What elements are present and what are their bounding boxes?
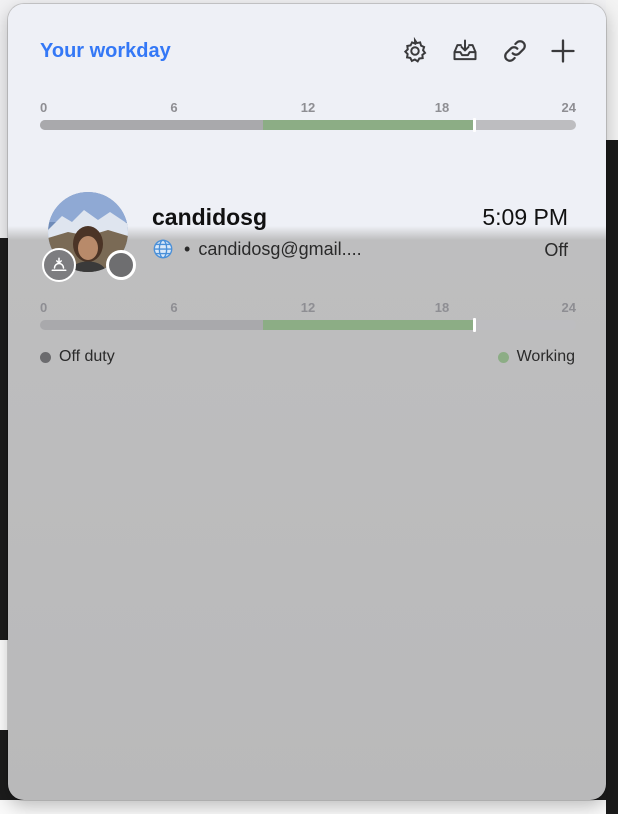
workday-timeline: 0 6 12 18 24	[40, 100, 576, 140]
tick-label: 6	[170, 300, 178, 315]
link-icon	[504, 40, 526, 62]
link-button[interactable]	[498, 34, 532, 68]
person-local-time: 5:09 PM	[482, 204, 568, 230]
presence-status-icon	[106, 250, 136, 280]
timeline-off-segment	[40, 320, 264, 330]
person-timeline: 0 6 12 18 24	[40, 300, 576, 340]
current-time-marker	[473, 118, 477, 132]
tick-label: 24	[561, 300, 576, 315]
globe-icon	[153, 239, 173, 259]
download-tray-icon	[453, 39, 477, 61]
off-duty-dot-icon	[40, 351, 51, 363]
sunset-icon	[42, 248, 76, 282]
person-status: Off	[544, 240, 568, 260]
timeline-bar	[40, 120, 576, 130]
tick-label: 24	[561, 100, 576, 115]
current-time-marker	[473, 318, 477, 332]
tick-label: 0	[40, 100, 48, 115]
tick-label: 6	[170, 100, 178, 115]
timeline-working-segment	[263, 320, 476, 330]
page-title: Your workday	[40, 40, 171, 62]
legend-label: Working	[516, 348, 575, 365]
person-details: • candidosg@gmail....	[152, 238, 362, 260]
add-person-button[interactable]	[546, 34, 580, 68]
plus-icon	[551, 39, 575, 63]
download-button[interactable]	[448, 34, 482, 68]
tick-label: 18	[434, 100, 450, 115]
separator: •	[184, 238, 191, 259]
legend-label: Off duty	[59, 348, 115, 365]
person-name: candidosg	[152, 204, 268, 230]
background-bottom-strip	[0, 800, 606, 814]
background-edge-top	[606, 0, 618, 140]
workday-popover: Your workday 0 6 12 18 24 candidosg • ca…	[8, 4, 606, 800]
person-email: candidosg@gmail....	[198, 238, 362, 259]
settings-button[interactable]	[398, 34, 432, 68]
settings-icon	[403, 37, 427, 63]
timeline-off-segment	[40, 120, 264, 130]
timeline-bar	[40, 320, 576, 330]
tick-label: 12	[300, 100, 316, 115]
legend-off-duty: Off duty	[40, 348, 115, 366]
legend-working: Working	[497, 348, 575, 366]
timeline-working-segment	[263, 120, 476, 130]
tick-label: 18	[434, 300, 450, 315]
working-dot-icon	[497, 351, 509, 363]
tick-label: 0	[40, 300, 48, 315]
background-fragment	[0, 640, 8, 730]
header: Your workday	[8, 4, 606, 84]
tick-label: 12	[300, 300, 316, 315]
